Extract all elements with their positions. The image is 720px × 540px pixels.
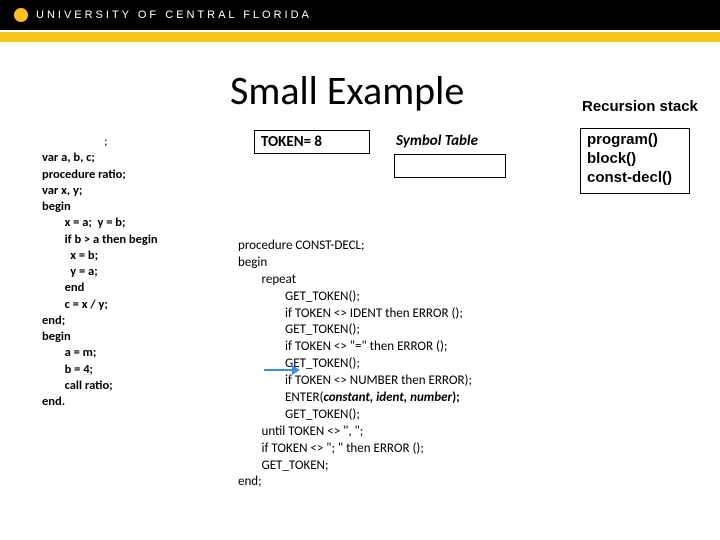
source-code-left: ; var a, b, c; procedure ratio; var x, y… <box>42 134 158 410</box>
recursion-stack-box: program() block() const-decl() <box>580 128 690 194</box>
slide-title: Small Example <box>230 66 464 115</box>
logo-icon <box>14 8 28 22</box>
brand-header: UNIVERSITY OF CENTRAL FLORIDA <box>0 0 720 30</box>
arrow-icon <box>264 366 300 374</box>
slide-body: Small Example Recursion stack TOKEN= 8 S… <box>0 42 720 540</box>
procedure-code-right: procedure CONST-DECL; begin repeat GET_T… <box>238 238 472 491</box>
token-value: TOKEN= 8 <box>261 133 322 151</box>
stack-item: program() <box>587 131 683 150</box>
symbol-table-label: Symbol Table <box>396 132 478 150</box>
brand-text: UNIVERSITY OF CENTRAL FLORIDA <box>36 9 312 21</box>
token-box: TOKEN= 8 <box>254 130 370 154</box>
stack-item: const-decl() <box>587 169 683 188</box>
stack-item: block() <box>587 150 683 169</box>
gold-divider <box>0 32 720 42</box>
recursion-stack-label: Recursion stack <box>582 98 698 115</box>
symbol-table-box <box>394 154 506 178</box>
